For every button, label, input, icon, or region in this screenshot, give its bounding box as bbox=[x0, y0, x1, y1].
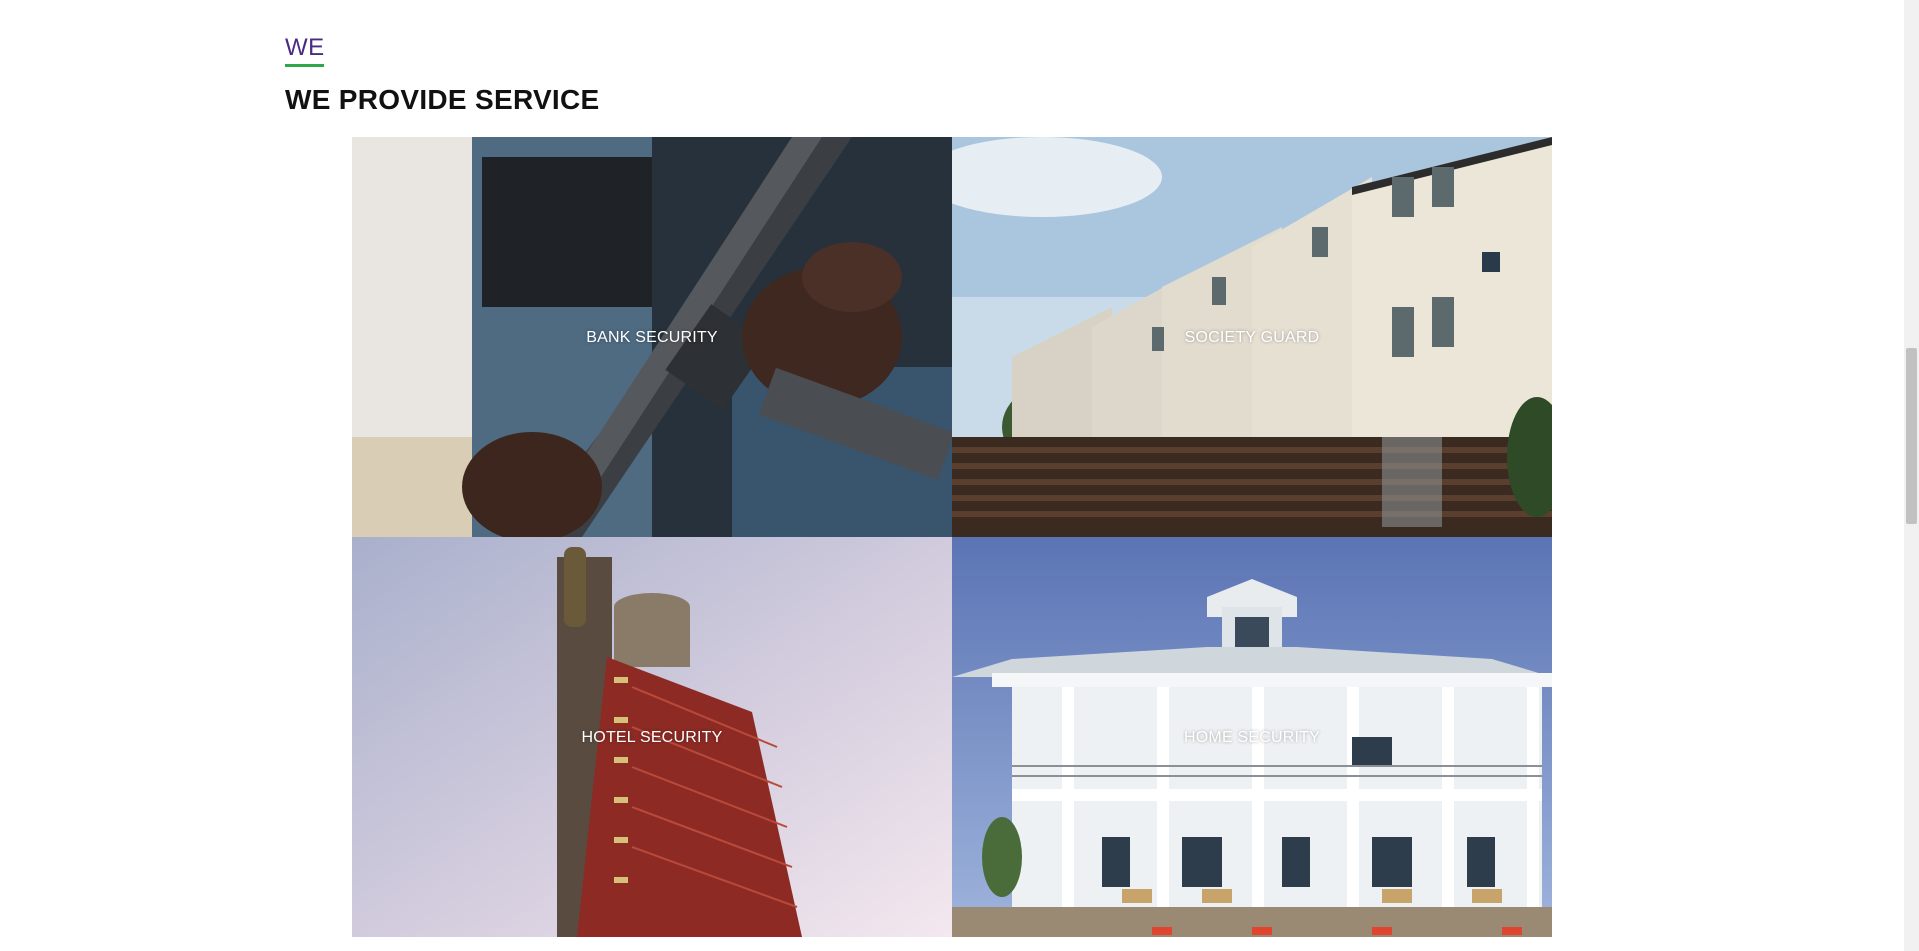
service-label[interactable]: HOME SECURITY bbox=[952, 729, 1552, 747]
service-tile-bank-security[interactable]: BANK SECURITY bbox=[352, 137, 952, 537]
service-label[interactable]: BANK SECURITY bbox=[352, 329, 952, 347]
service-label[interactable]: HOTEL SECURITY bbox=[352, 729, 952, 747]
services-grid: BANK SECURITY SOCIETY GUARD HOTEL SECURI… bbox=[352, 137, 1552, 937]
section-eyebrow: WE bbox=[285, 34, 325, 61]
service-tile-society-guard[interactable]: SOCIETY GUARD bbox=[952, 137, 1552, 537]
service-label[interactable]: SOCIETY GUARD bbox=[952, 329, 1552, 347]
service-tile-hotel-security[interactable]: HOTEL SECURITY bbox=[352, 537, 952, 937]
service-tile-home-security[interactable]: HOME SECURITY bbox=[952, 537, 1552, 937]
section-title: WE PROVIDE SERVICE bbox=[285, 84, 600, 115]
eyebrow-underline bbox=[285, 64, 324, 67]
page: WE WE PROVIDE SERVICE BANK SECURITY SOCI… bbox=[0, 0, 1919, 951]
page-scrollbar-thumb[interactable] bbox=[1906, 348, 1917, 524]
